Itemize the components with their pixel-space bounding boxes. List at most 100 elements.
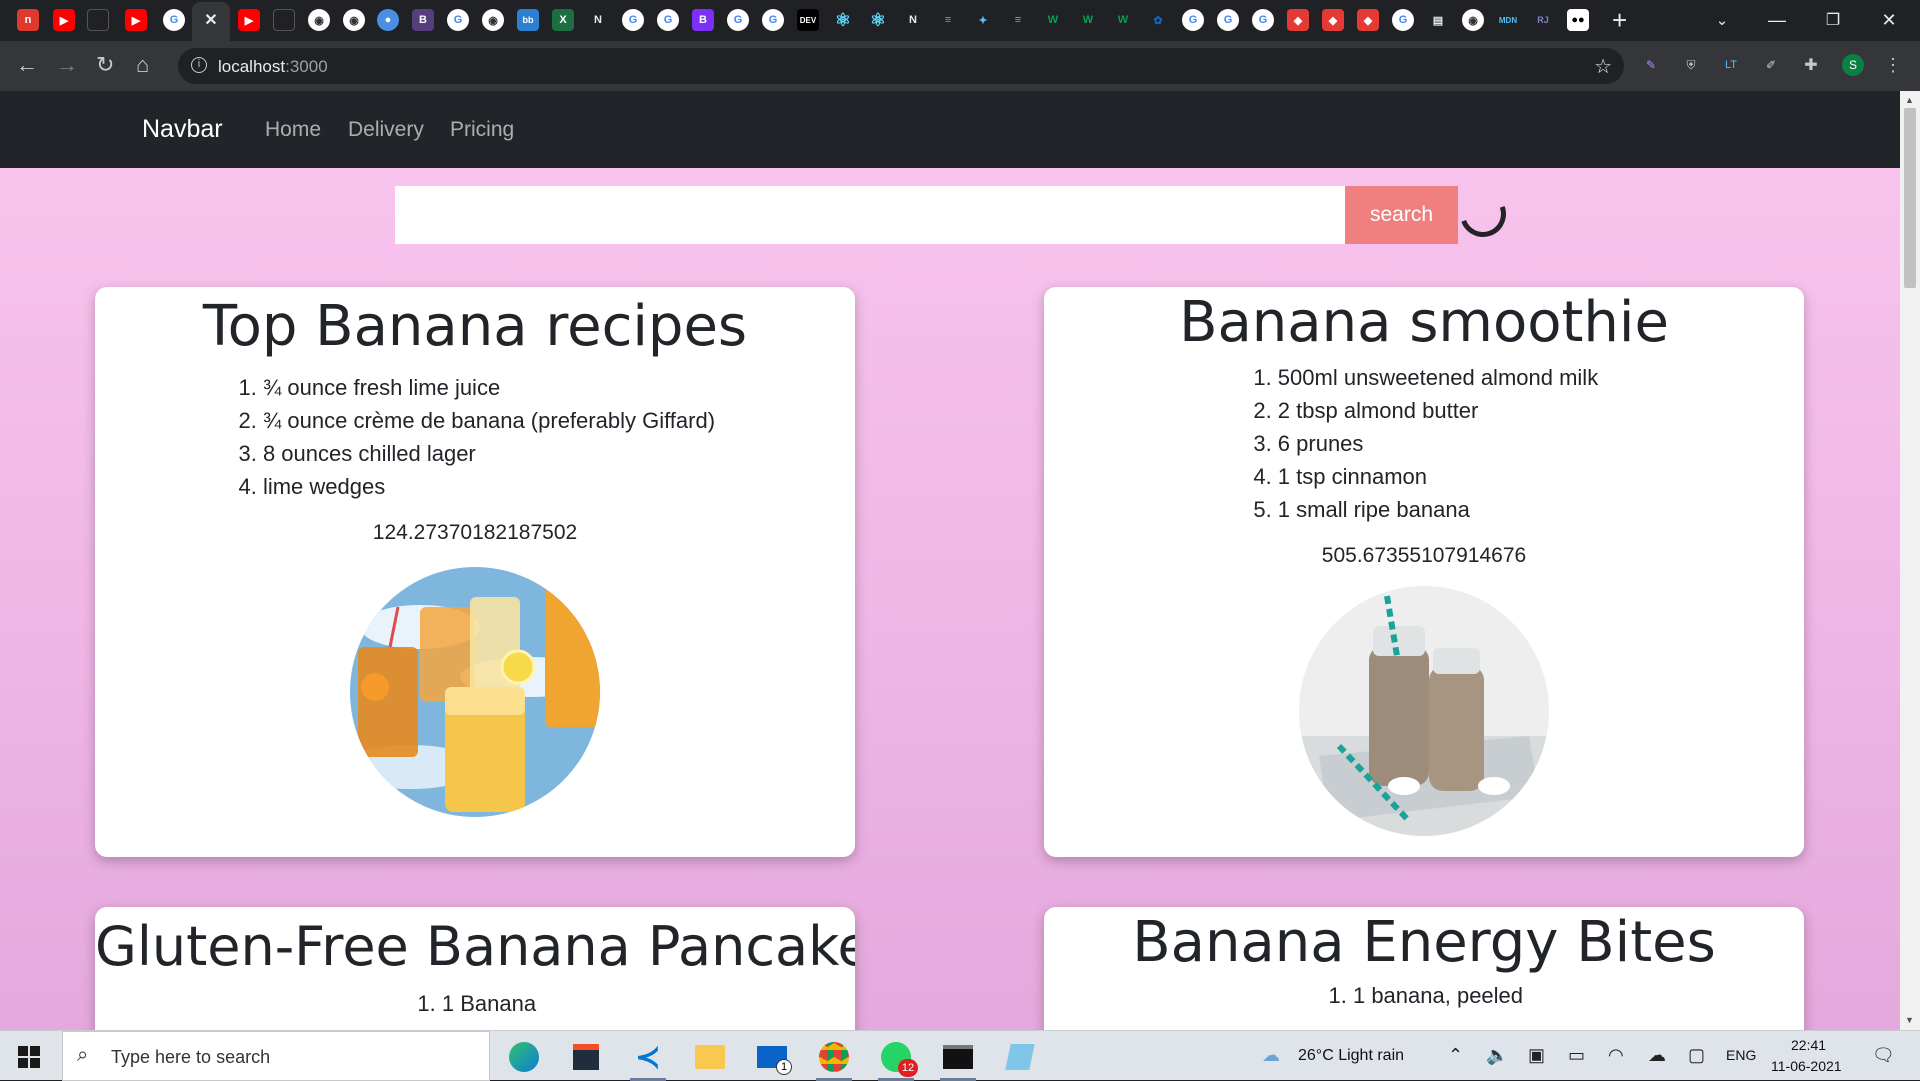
tab-icon-37[interactable]: ◆ [1287,9,1309,31]
google-tab-icon[interactable]: G [447,9,469,31]
home-icon[interactable]: ⌂ [136,54,149,76]
tab-icon-31[interactable]: W [1077,9,1099,31]
vscode-app-icon[interactable]: ≺ [622,1037,674,1081]
meet-now-icon[interactable]: ▣ [1528,1045,1545,1066]
stackoverflow-tab-icon[interactable]: ≡ [937,9,959,31]
extension-lt-icon[interactable]: LT [1720,54,1742,76]
new-tab-icon[interactable]: + [1612,6,1627,34]
address-bar[interactable]: i localhost:3000 ☆ [178,48,1624,84]
tab-icon-17[interactable]: N [587,9,609,31]
menu-kebab-icon[interactable]: ⋮ [1882,54,1904,76]
search-input[interactable] [395,186,1345,244]
mdn-tab-icon[interactable]: MDN [1497,9,1519,31]
google-tab-icon[interactable]: G [727,9,749,31]
scroll-down-icon[interactable]: ▼ [1905,1015,1914,1025]
google-tab-icon[interactable]: G [1182,9,1204,31]
taskbar-search-box[interactable]: ⌕ Type here to search [62,1031,490,1081]
tab-icon-10[interactable]: ◉ [343,9,365,31]
wifi-icon[interactable]: ◠ [1608,1045,1624,1066]
scrollbar-thumb[interactable] [1904,108,1916,288]
weather-text[interactable]: 26°C Light rain [1298,1047,1404,1065]
extension-feather-icon[interactable]: ✎ [1640,54,1662,76]
chrome-app-icon[interactable] [808,1037,860,1081]
back-icon[interactable]: ← [16,54,38,76]
tab-icon-39[interactable]: ◆ [1357,9,1379,31]
tab-icon-41[interactable]: ▤ [1427,9,1449,31]
google-tab-icon[interactable]: G [762,9,784,31]
stackoverflow-tab-icon[interactable]: ≡ [1007,9,1029,31]
nav-link-pricing[interactable]: Pricing [450,118,514,142]
site-info-icon[interactable]: i [191,57,207,73]
battery-icon[interactable]: ▭ [1568,1045,1585,1066]
onedrive-icon[interactable]: ☁ [1648,1045,1666,1066]
scroll-up-icon[interactable]: ▲ [1905,95,1914,105]
react-tab-icon[interactable]: ⚛ [832,9,854,31]
youtube-tab-icon[interactable]: ▶ [53,9,75,31]
google-tab-icon[interactable]: G [657,9,679,31]
medium-tab-icon[interactable]: ●● [1567,9,1589,31]
display-icon[interactable]: ▢ [1688,1045,1705,1066]
notifications-icon[interactable]: 🗨 [1872,1045,1895,1066]
youtube-tab-icon[interactable]: ▶ [238,9,260,31]
page-scrollbar[interactable]: ▲ ▼ [1900,91,1920,1030]
google-tab-icon[interactable]: G [1252,9,1274,31]
extension-pen-icon[interactable]: ✐ [1760,54,1782,76]
volume-icon[interactable]: 🔈 [1486,1045,1508,1066]
whatsapp-app-icon[interactable]: 12 [870,1037,922,1081]
navbar-brand[interactable]: Navbar [142,115,223,144]
tab-icon-9[interactable]: ◉ [308,9,330,31]
excel-tab-icon[interactable]: X [552,9,574,31]
clock-date[interactable]: 11-06-2021 [1771,1058,1842,1074]
restore-icon[interactable]: ❐ [1810,0,1856,40]
tab-icon-38[interactable]: ◆ [1322,9,1344,31]
dev-tab-icon[interactable]: DEV [797,9,819,31]
forward-icon[interactable]: → [56,54,78,76]
minimize-icon[interactable]: — [1754,0,1800,40]
tab-icon-28[interactable]: ✦ [972,9,994,31]
tab-icon-30[interactable]: W [1042,9,1064,31]
tab-icon-44[interactable]: RJ [1532,9,1554,31]
google-tab-icon[interactable]: G [1392,9,1414,31]
google-tab-icon[interactable]: G [1217,9,1239,31]
tab-icon-14[interactable]: ◉ [482,9,504,31]
store-app-icon[interactable] [560,1037,612,1077]
recipe-number: 124.27370182187502 [372,521,578,544]
weather-icon[interactable]: ☁ [1262,1045,1280,1066]
bootstrap-tab-icon[interactable]: B [692,9,714,31]
url-text[interactable]: localhost:3000 [218,57,328,77]
tab-icon-32[interactable]: W [1112,9,1134,31]
tab-icon-42[interactable]: ◉ [1462,9,1484,31]
mail-app-icon[interactable]: 1 [746,1037,798,1077]
close-window-icon[interactable]: ✕ [1866,0,1912,40]
google-tab-icon[interactable]: G [163,9,185,31]
language-indicator[interactable]: ENG [1726,1047,1756,1063]
tab-search-icon[interactable]: ⌄ [1699,0,1745,40]
windows-start-icon[interactable] [18,1046,40,1068]
tab-icon-8[interactable] [273,9,295,31]
tray-chevron-up-icon[interactable]: ⌃ [1448,1045,1463,1066]
extension-shield-icon[interactable]: ⛨ [1680,54,1702,76]
tab-icon-33[interactable]: ✿ [1147,9,1169,31]
file-explorer-icon[interactable] [684,1037,736,1077]
bookmark-star-icon[interactable]: ☆ [1594,54,1612,79]
notepad-app-icon[interactable] [994,1037,1046,1077]
tab-icon-3[interactable] [87,9,109,31]
react-tab-icon[interactable]: ⚛ [867,9,889,31]
nav-link-home[interactable]: Home [265,118,321,142]
close-tab-icon[interactable]: ✕ [200,9,222,31]
search-button[interactable]: search [1345,186,1458,244]
tab-icon-11[interactable]: ● [377,9,399,31]
bootstrap-tab-icon[interactable]: B [412,9,434,31]
extensions-puzzle-icon[interactable]: ✚ [1800,54,1822,76]
terminal-app-icon[interactable] [932,1037,984,1081]
youtube-tab-icon[interactable]: ▶ [125,9,147,31]
tab-icon-15[interactable]: bb [517,9,539,31]
reload-icon[interactable]: ↻ [96,54,114,76]
edge-app-icon[interactable] [498,1037,550,1077]
google-tab-icon[interactable]: G [622,9,644,31]
clock-time[interactable]: 22:41 [1791,1037,1826,1053]
tab-icon-1[interactable]: n [17,9,39,31]
profile-avatar[interactable]: S [1842,54,1864,76]
tab-icon-26[interactable]: N [902,9,924,31]
nav-link-delivery[interactable]: Delivery [348,118,424,142]
